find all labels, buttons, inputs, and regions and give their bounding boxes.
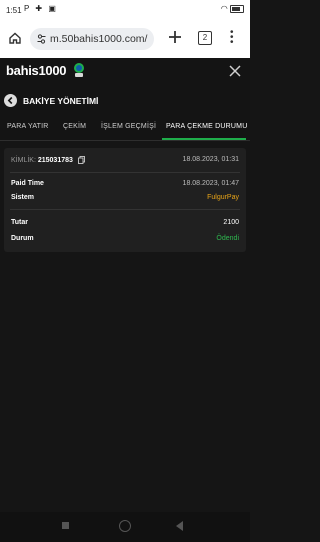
site-logo[interactable]: bahis1000 [6, 63, 66, 78]
tab-transaction-history[interactable]: İŞLEM GEÇMİŞİ [101, 123, 156, 130]
site-header: bahis1000 [0, 58, 250, 84]
balance-tabs: PARA YATIR ÇEKİM İŞLEM GEÇMİŞİ PARA ÇEKM… [0, 116, 250, 141]
withdrawal-card: KİMLİK: 215031783 18.08.2023, 01:31 Paid… [4, 148, 246, 252]
new-tab-icon[interactable] [167, 29, 183, 45]
address-bar[interactable]: m.50bahis1000.com/ [30, 28, 154, 50]
browser-toolbar: m.50bahis1000.com/ 2 • • • [0, 20, 250, 58]
recent-apps-icon[interactable] [62, 522, 69, 529]
home-button-icon[interactable] [119, 520, 131, 532]
wifi-icon: ◠ [220, 4, 228, 13]
system-label: Sistem [11, 194, 34, 201]
amount-value: 2100 [223, 219, 239, 226]
paid-time-value: 18.08.2023, 01:47 [182, 180, 239, 187]
tab-withdraw[interactable]: ÇEKİM [63, 123, 86, 130]
paid-time-label: Paid Time [11, 180, 44, 187]
id-label: KİMLİK: [11, 156, 36, 164]
tune-icon[interactable] [37, 33, 46, 45]
id-value: 215031783 [37, 156, 73, 164]
created-date: 18.08.2023, 01:31 [182, 156, 239, 163]
browser-menu-icon[interactable]: • • • [230, 28, 234, 48]
status-time: 1:51 [6, 6, 22, 15]
tab-withdrawal-status[interactable]: PARA ÇEKME DURUMU [166, 123, 247, 130]
status-label: Durum [11, 235, 34, 242]
amount-label: Tutar [11, 219, 28, 226]
status-bar: 1:51 P ✚ ▣ ◠ [0, 0, 250, 20]
system-back-icon[interactable] [176, 521, 183, 531]
active-tab-indicator [162, 138, 246, 140]
card-divider [10, 172, 240, 173]
notification-icons: P ✚ ▣ [24, 4, 58, 13]
page-header: BAKİYE YÖNETİMİ [0, 84, 250, 116]
tab-deposit[interactable]: PARA YATIR [7, 123, 49, 130]
url-text[interactable]: m.50bahis1000.com/ [50, 33, 147, 45]
tab-switcher-icon[interactable]: 2 [198, 31, 212, 45]
copy-icon[interactable] [77, 156, 85, 164]
home-icon[interactable] [8, 31, 22, 45]
system-icons: ◠ [221, 4, 244, 13]
back-icon[interactable] [4, 94, 17, 107]
battery-icon [230, 4, 244, 13]
system-value: FulgurPay [207, 194, 239, 201]
status-badge: Ödendi [216, 235, 239, 242]
close-icon[interactable] [229, 65, 241, 77]
mascot-icon [74, 63, 84, 77]
system-nav-bar [0, 512, 250, 542]
card-divider [10, 209, 240, 210]
page-title: BAKİYE YÖNETİMİ [23, 96, 99, 106]
